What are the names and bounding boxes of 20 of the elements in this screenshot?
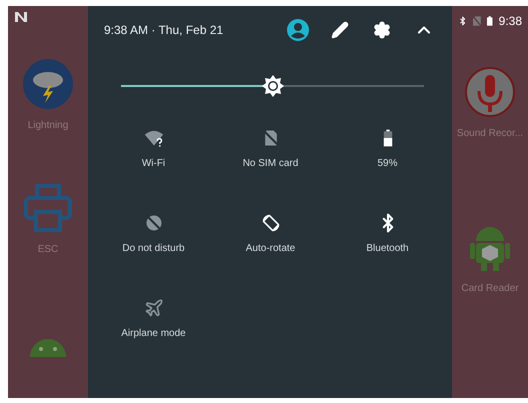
bluetooth-icon	[458, 15, 468, 27]
tile-label[interactable]: No SIM card	[242, 158, 298, 169]
sim-card-off-icon	[473, 15, 482, 27]
app-label: ESC	[38, 244, 58, 255]
app-label: Lightning	[28, 120, 68, 132]
brightness-thumb[interactable]	[260, 74, 284, 98]
battery-icon	[487, 15, 493, 27]
date-time: 9:38 AM · Thu, Feb 21	[104, 23, 224, 37]
status-time: 9:38	[498, 14, 522, 28]
tile-label[interactable]: Do not disturb	[122, 243, 185, 254]
tile-label[interactable]: Wi-Fi	[142, 158, 166, 169]
user-avatar-button[interactable]	[286, 18, 310, 42]
tile-label[interactable]: Airplane mode	[121, 328, 186, 339]
tile-label[interactable]: 59%	[377, 158, 398, 169]
tile-label[interactable]: Bluetooth	[366, 243, 409, 254]
storm-cloud-app-icon[interactable]	[22, 58, 74, 110]
app-label: Card Reader	[461, 283, 519, 294]
app-label: Sound Recor...	[456, 128, 524, 139]
tile-label[interactable]: Auto-rotate	[246, 243, 296, 254]
notification-n-icon	[14, 11, 28, 24]
